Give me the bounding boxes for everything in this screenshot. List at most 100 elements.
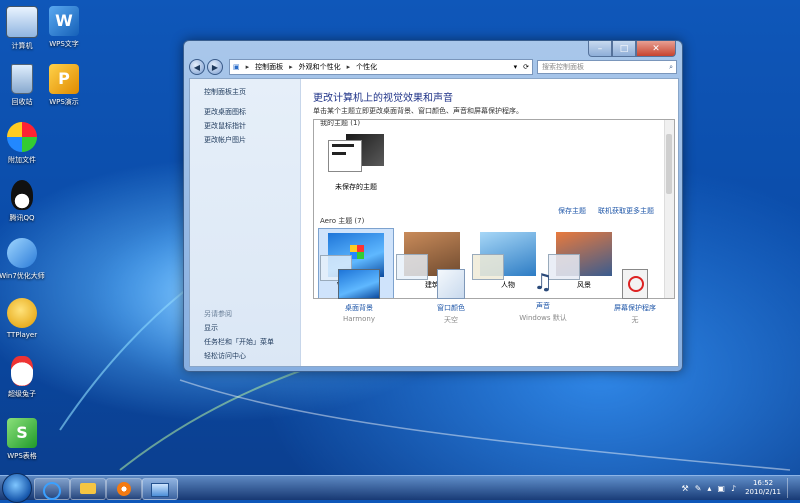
- see-also-heading: 另请参阅: [204, 310, 232, 318]
- setting-label: 声音: [536, 302, 550, 310]
- language-icon[interactable]: ✎: [695, 484, 702, 493]
- sidebar-link-ease-of-access[interactable]: 轻松访问中心: [204, 351, 246, 361]
- desktop-icon-label: 超级兔子: [8, 390, 36, 398]
- taskbar-explorer-button[interactable]: [70, 478, 106, 500]
- music-note-icon: ♫: [533, 270, 553, 295]
- search-input[interactable]: 搜索控制面板 ⌕: [537, 60, 677, 74]
- breadcrumb-item[interactable]: 个性化: [356, 62, 377, 72]
- sidebar: 控制面板主页 更改桌面图标 更改鼠标指针 更改帐户图片 另请参阅 显示 任务栏和…: [190, 79, 301, 366]
- control-panel-icon: ▣: [233, 63, 240, 71]
- desktop-icon-label: 腾讯QQ: [9, 214, 35, 222]
- tools-icon[interactable]: ⚒: [682, 484, 689, 493]
- desktop-icon-label: 附加文件: [8, 156, 36, 164]
- window-color-icon: [437, 269, 465, 299]
- desktop-icon-wps-writer[interactable]: W WPS文字: [36, 6, 92, 49]
- window-client-area: 控制面板主页 更改桌面图标 更改鼠标指针 更改帐户图片 另请参阅 显示 任务栏和…: [189, 78, 679, 367]
- folder-icon: [80, 483, 96, 494]
- get-more-themes-link[interactable]: 联机获取更多主题: [598, 206, 654, 216]
- sidebar-link-desktop-icons[interactable]: 更改桌面图标: [204, 107, 246, 117]
- theme-thumbnail: [328, 134, 384, 178]
- desktop-icon-label: Win7优化大师: [0, 272, 45, 280]
- breadcrumb-item[interactable]: 控制面板: [255, 62, 283, 72]
- desktop-icon-super-rabbit[interactable]: 超级兔子: [0, 356, 50, 399]
- desktop-icon-attachments[interactable]: 附加文件: [0, 122, 50, 165]
- breadcrumb-separator-icon: ▸: [245, 63, 250, 71]
- page-title: 更改计算机上的视觉效果和声音: [313, 93, 453, 104]
- close-button[interactable]: ✕: [636, 41, 676, 57]
- desktop-icon-label: WPS演示: [49, 98, 79, 106]
- rabbit-icon: [11, 356, 33, 386]
- setting-label: 窗口颜色: [437, 304, 465, 312]
- start-button[interactable]: [2, 473, 32, 503]
- ttplayer-icon: [7, 298, 37, 328]
- taskbar-media-player-button[interactable]: [106, 478, 142, 500]
- sound-setting[interactable]: ♫ 声音 Windows 默认: [503, 269, 583, 323]
- desktop-icon-wps-presentation[interactable]: P WPS演示: [36, 64, 92, 107]
- page-description: 单击某个主题立即更改桌面背景、窗口颜色、声音和屏幕保护程序。: [313, 107, 523, 115]
- sidebar-link-account-picture[interactable]: 更改帐户图片: [204, 135, 246, 145]
- main-panel: 更改计算机上的视觉效果和声音 单击某个主题立即更改桌面背景、窗口颜色、声音和屏幕…: [301, 79, 678, 366]
- desktop-background-setting[interactable]: 桌面背景 Harmony: [319, 269, 399, 323]
- wps-spreadsheet-icon: S: [7, 418, 37, 448]
- dropdown-arrow-icon[interactable]: ▾: [514, 63, 518, 71]
- forward-button[interactable]: ▶: [207, 59, 223, 75]
- my-themes-heading: 我的主题 (1): [320, 119, 361, 127]
- control-panel-icon: [151, 483, 169, 497]
- setting-value: Windows 默认: [519, 314, 567, 322]
- personalization-window: – □ ✕ ◀ ▶ ▣ ▸ 控制面板 ▸ 外观和个性化 ▸ 个性化 ▾ ⟳ 搜索…: [183, 40, 683, 372]
- desktop-icon-label: WPS文字: [49, 40, 79, 48]
- scrollbar-thumb[interactable]: [666, 134, 672, 194]
- desktop-background-icon: [338, 269, 380, 299]
- maximize-button[interactable]: □: [612, 41, 636, 57]
- breadcrumb[interactable]: ▣ ▸ 控制面板 ▸ 外观和个性化 ▸ 个性化 ▾ ⟳: [229, 59, 533, 75]
- screensaver-icon: [622, 269, 648, 299]
- show-hidden-icons[interactable]: ▴: [707, 484, 711, 493]
- media-player-icon: [117, 482, 131, 496]
- sidebar-link-display[interactable]: 显示: [204, 323, 218, 333]
- theme-unsaved[interactable]: 未保存的主题: [318, 130, 394, 202]
- setting-value: 无: [631, 316, 639, 324]
- save-theme-link[interactable]: 保存主题: [558, 206, 586, 216]
- desktop-icon-win7-optimizer[interactable]: Win7优化大师: [0, 238, 50, 281]
- system-tray: ⚒ ✎ ▴ ▣ ♪ 16:52 2010/2/11: [679, 478, 796, 498]
- network-icon[interactable]: ▣: [717, 484, 725, 493]
- volume-icon[interactable]: ♪: [731, 484, 736, 493]
- theme-name: 未保存的主题: [335, 183, 377, 191]
- caption-buttons: – □ ✕: [588, 41, 676, 57]
- breadcrumb-item[interactable]: 外观和个性化: [299, 62, 341, 72]
- search-placeholder: 搜索控制面板: [542, 63, 584, 71]
- setting-value: Harmony: [343, 315, 375, 323]
- wps-presentation-icon: P: [49, 64, 79, 94]
- colorful-ball-icon: [7, 122, 37, 152]
- wps-writer-icon: W: [49, 6, 79, 36]
- sidebar-link-home[interactable]: 控制面板主页: [204, 87, 246, 97]
- taskbar: ⚒ ✎ ▴ ▣ ♪ 16:52 2010/2/11: [0, 473, 800, 503]
- clock[interactable]: 16:52 2010/2/11: [745, 479, 781, 497]
- screensaver-setting[interactable]: 屏幕保护程序 无: [595, 269, 675, 325]
- setting-label: 屏幕保护程序: [614, 304, 656, 312]
- refresh-icon[interactable]: ⟳: [523, 63, 529, 71]
- taskbar-ie-button[interactable]: [34, 478, 70, 500]
- computer-icon: [6, 6, 38, 38]
- sidebar-link-taskbar[interactable]: 任务栏和「开始」菜单: [204, 337, 274, 347]
- aero-themes-heading: Aero 主题 (7): [320, 217, 365, 225]
- setting-value: 天空: [444, 316, 458, 324]
- show-desktop-button[interactable]: [787, 478, 796, 498]
- desktop-icon-qq[interactable]: 腾讯QQ: [0, 180, 50, 223]
- internet-explorer-icon: [43, 482, 61, 500]
- sidebar-link-mouse-pointers[interactable]: 更改鼠标指针: [204, 121, 246, 131]
- desktop-icon-ttplayer[interactable]: TTPlayer: [0, 298, 50, 339]
- window-color-setting[interactable]: 窗口颜色 天空: [411, 269, 491, 325]
- taskbar-control-panel-button[interactable]: [142, 478, 178, 500]
- setting-label: 桌面背景: [345, 304, 373, 312]
- breadcrumb-separator-icon: ▸: [289, 63, 293, 71]
- breadcrumb-separator-icon: ▸: [346, 63, 351, 71]
- clock-date: 2010/2/11: [745, 488, 781, 496]
- back-button[interactable]: ◀: [189, 59, 205, 75]
- clock-time: 16:52: [752, 479, 774, 487]
- desktop-icon-label: WPS表格: [7, 452, 37, 460]
- desktop-icon-wps-spreadsheet[interactable]: S WPS表格: [0, 418, 50, 461]
- minimize-button[interactable]: –: [588, 41, 612, 57]
- recycle-bin-icon: [11, 64, 33, 94]
- address-bar: ◀ ▶ ▣ ▸ 控制面板 ▸ 外观和个性化 ▸ 个性化 ▾ ⟳ 搜索控制面板 ⌕: [189, 59, 677, 75]
